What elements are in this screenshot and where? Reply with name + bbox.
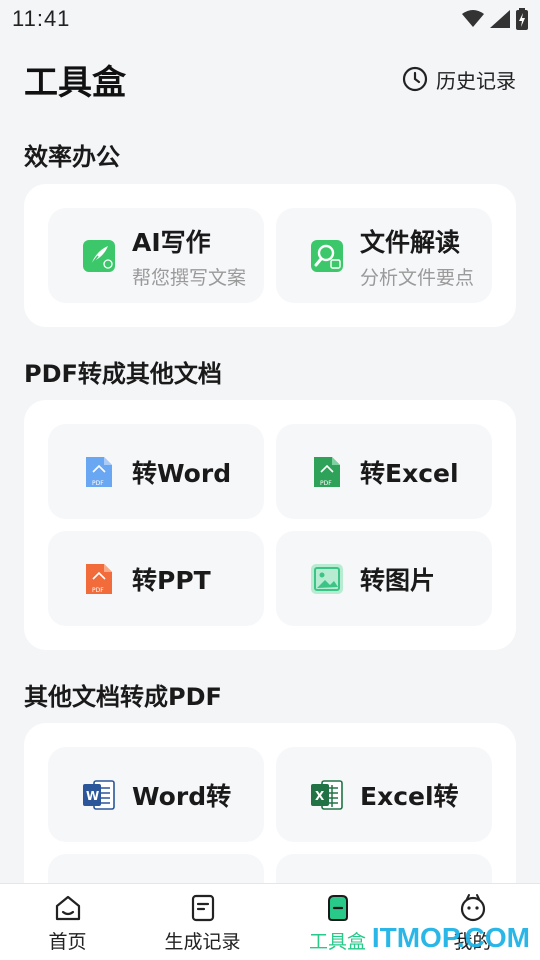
tile-label: AI写作 [132, 228, 211, 257]
excel-doc-icon: X [309, 777, 345, 813]
svg-text:PDF: PDF [92, 587, 104, 594]
tile-file-analysis[interactable]: 文件解读 分析文件要点 [276, 208, 492, 303]
card-office: AI写作 帮您撰写文案 文件解读 分析文件要点 [24, 184, 516, 327]
pdf-to-excel-icon: PDF [309, 454, 345, 490]
section-title-office: 效率办公 [24, 143, 120, 171]
nav-label: 首页 [48, 931, 87, 953]
tile-word-to-pdf[interactable]: W Word转 [48, 747, 264, 842]
pdf-to-word-icon: PDF [81, 454, 117, 490]
section-title-other-to-pdf: 其他文档转成PDF [24, 683, 222, 711]
section-title-pdf-to-other: PDF转成其他文档 [24, 360, 222, 388]
pdf-to-image-icon [309, 561, 345, 597]
tile-label: Word转 [132, 781, 232, 811]
tile-label: Excel转 [360, 781, 459, 811]
toolbox-icon [327, 895, 348, 921]
status-time: 11:41 [12, 6, 71, 31]
tile-excel-to-pdf[interactable]: X Excel转 [276, 747, 492, 842]
tile-ai-writing[interactable]: AI写作 帮您撰写文案 [48, 208, 264, 303]
tile-label: 转图片 [360, 565, 436, 595]
page-title: 工具盒 [24, 62, 126, 103]
nav-label: 生成记录 [164, 931, 241, 953]
header: 工具盒 历史记录 [24, 52, 516, 106]
file-analysis-icon [309, 238, 345, 274]
history-button[interactable]: 历史记录 [402, 65, 516, 94]
svg-text:PDF: PDF [92, 480, 104, 487]
svg-text:W: W [86, 789, 99, 803]
tile-subtitle: 帮您撰写文案 [132, 267, 247, 289]
tile-label: 转Word [132, 458, 232, 488]
watermark: ITMOP.COM [371, 922, 530, 953]
tile-pdf-to-ppt[interactable]: PDF 转PPT [48, 531, 264, 626]
profile-icon [460, 894, 485, 922]
history-label: 历史记录 [436, 68, 516, 93]
svg-text:PDF: PDF [320, 480, 332, 487]
tile-pdf-to-image[interactable]: 转图片 [276, 531, 492, 626]
svg-text:X: X [315, 789, 325, 803]
nav-home[interactable]: 首页 [0, 884, 135, 960]
nav-label: 工具盒 [308, 931, 366, 953]
battery-icon [516, 8, 528, 30]
word-doc-icon: W [81, 777, 117, 813]
tile-subtitle: 分析文件要点 [360, 267, 475, 289]
home-icon [55, 895, 80, 921]
signal-icon [490, 10, 510, 28]
card-pdf-to-other: PDF 转Word PDF 转Excel PDF 转PPT 转图片 [24, 400, 516, 650]
wifi-icon [462, 10, 484, 27]
clock-icon [402, 66, 428, 92]
records-icon [191, 894, 214, 922]
status-bar: 11:41 [0, 0, 540, 38]
tile-pdf-to-excel[interactable]: PDF 转Excel [276, 424, 492, 519]
tile-label: 转Excel [360, 458, 459, 488]
tile-label: 文件解读 [360, 228, 461, 257]
nav-records[interactable]: 生成记录 [135, 884, 270, 960]
tile-label: 转PPT [132, 565, 211, 595]
status-icons [462, 8, 528, 30]
tile-pdf-to-word[interactable]: PDF 转Word [48, 424, 264, 519]
pdf-to-ppt-icon: PDF [81, 561, 117, 597]
ai-writing-icon [81, 238, 117, 274]
